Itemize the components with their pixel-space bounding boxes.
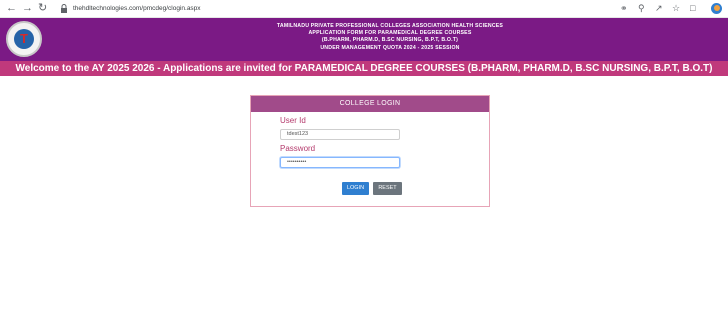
login-card-title: COLLEGE LOGIN — [251, 96, 489, 112]
reload-icon[interactable]: ↻ — [38, 1, 47, 15]
college-logo-icon: T — [6, 21, 42, 57]
welcome-banner: Welcome to the AY 2025 2026 - Applicatio… — [0, 61, 728, 76]
browser-toolbar: ← → ↻ thehdltechnologies.com/pmcdeg/clog… — [0, 0, 728, 18]
back-arrow-icon[interactable]: ← — [6, 1, 17, 15]
forward-arrow-icon[interactable]: → — [22, 1, 33, 15]
search-icon[interactable]: ⚲ — [638, 1, 645, 15]
user-id-input[interactable]: tdest123 — [280, 129, 400, 140]
password-label: Password — [280, 144, 316, 153]
lock-icon — [61, 4, 67, 13]
password-input[interactable]: •••••••••• — [280, 157, 400, 168]
reset-button[interactable]: RESET — [373, 182, 402, 195]
user-id-label: User Id — [280, 116, 306, 125]
login-button[interactable]: LOGIN — [342, 182, 369, 195]
site-header: T TAMILNADU PRIVATE PROFESSIONAL COLLEGE… — [0, 18, 728, 61]
header-line-3: (B.PHARM, PHARM.D, B.SC NURSING, B.P.T, … — [321, 37, 459, 44]
star-icon[interactable]: ☆ — [672, 1, 680, 15]
share-icon[interactable]: ↗ — [655, 1, 663, 15]
college-login-card: COLLEGE LOGIN User Id tdest123 Password … — [250, 95, 490, 207]
header-line-4: UNDER MANAGEMENT QUOTA 2024 - 2025 SESSI… — [320, 44, 460, 51]
key-icon[interactable]: ⚭ — [620, 1, 628, 15]
header-title: TAMILNADU PRIVATE PROFESSIONAL COLLEGES … — [180, 23, 600, 52]
address-bar[interactable]: thehdltechnologies.com/pmcdeg/clogin.asp… — [60, 2, 620, 15]
profile-avatar-icon[interactable] — [711, 3, 722, 14]
url-text: thehdltechnologies.com/pmcdeg/clogin.asp… — [73, 5, 201, 12]
header-line-1: TAMILNADU PRIVATE PROFESSIONAL COLLEGES … — [276, 23, 504, 29]
header-line-2: APPLICATION FORM FOR PARAMEDICAL DEGREE … — [308, 30, 472, 37]
side-panel-icon[interactable]: □ — [690, 1, 695, 15]
